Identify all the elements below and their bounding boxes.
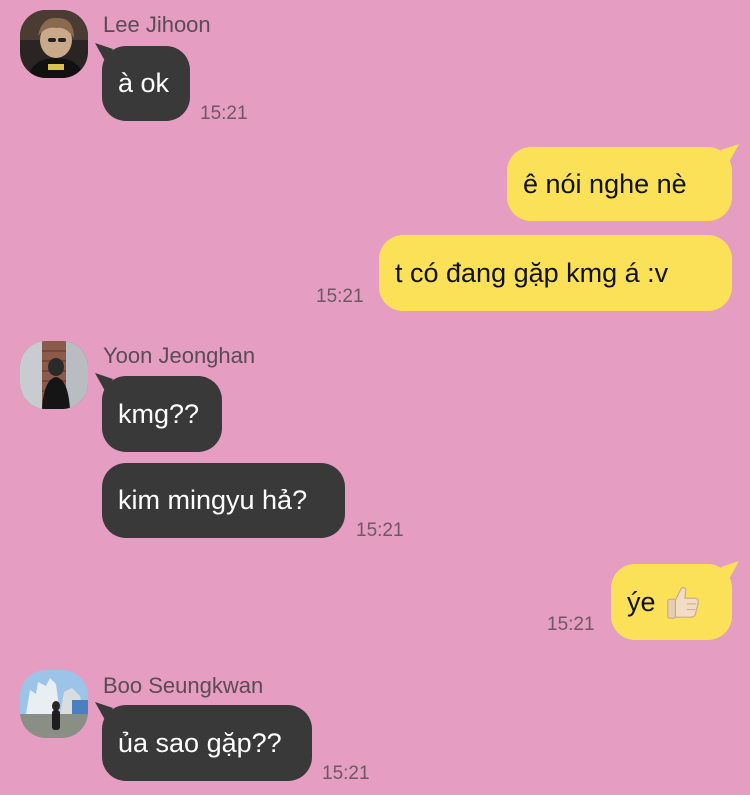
message-text: ủa sao gặp?? [118,727,282,758]
message-bubble[interactable]: ê nói nghe nè [507,144,739,221]
message-timestamp: 15:21 [322,763,370,784]
message-bubble[interactable]: ýe [611,561,739,640]
avatar-image [20,341,88,409]
message-bubble[interactable]: kim mingyu hả? [102,463,345,538]
sender-name: Yoon Jeonghan [103,343,256,368]
message-text: ê nói nghe nè [523,168,687,199]
message-text: t có đang gặp kmg á :v [395,257,669,288]
bubble-tail [95,373,113,391]
message-bubble[interactable]: à ok [95,43,190,121]
avatar-image [20,670,88,738]
message-text: à ok [118,68,170,98]
message-text: ýe [627,586,656,617]
bubble-tail [721,144,739,162]
message-text: kim mingyu hả? [118,485,308,515]
sender-name: Lee Jihoon [103,12,211,37]
message-bubble[interactable]: ủa sao gặp?? [95,702,312,781]
message-bubble[interactable]: t có đang gặp kmg á :v [379,235,732,311]
bubble-tail [95,702,113,720]
thumbs-up-icon [666,586,699,619]
message-timestamp: 15:21 [547,614,595,635]
message-timestamp: 15:21 [316,286,364,307]
avatar-image [20,10,88,78]
message-text: kmg?? [118,398,200,429]
message-timestamp: 15:21 [356,520,404,541]
avatar-lee-jihoon[interactable] [20,10,88,78]
message-timestamp: 15:21 [200,103,248,124]
avatar-boo-seungkwan[interactable] [20,670,88,738]
bubble-tail [95,43,113,61]
bubble-tail [721,561,739,579]
avatar-yoon-jeonghan[interactable] [20,341,88,409]
sender-name: Boo Seungkwan [103,673,264,698]
message-bubble[interactable]: kmg?? [95,373,222,452]
